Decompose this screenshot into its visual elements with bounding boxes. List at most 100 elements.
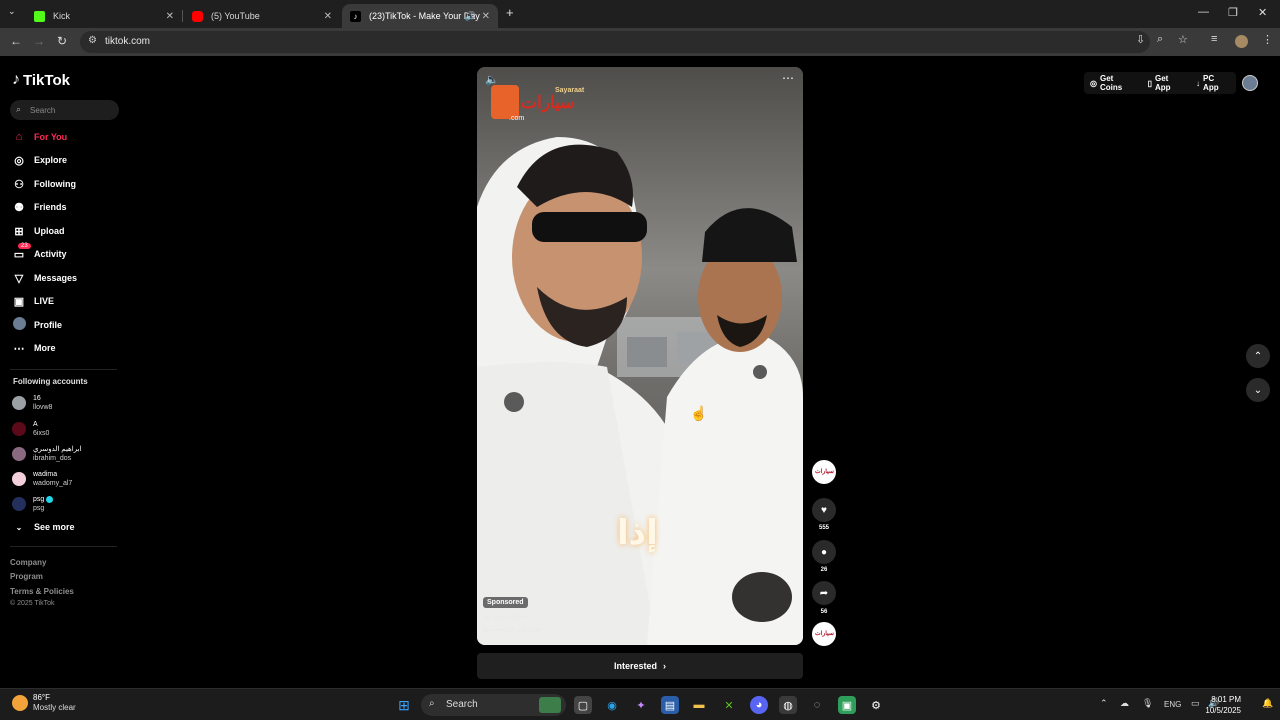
tab-tiktok[interactable]: ♪ (23)TikTok - Make Your Day 🔊 ✕ xyxy=(342,4,498,28)
task-view-icon[interactable]: ▢ xyxy=(574,696,592,714)
forward-icon[interactable]: → xyxy=(33,34,45,48)
search-icon: ⌕ xyxy=(16,104,22,114)
sidebar-item-explore[interactable]: ◎ Explore xyxy=(12,151,67,169)
bookmark-star-icon[interactable]: ☆ xyxy=(1178,33,1188,46)
notifications-icon[interactable]: 🔔 xyxy=(1262,698,1273,709)
sidebar-item-live[interactable]: ▣ LIVE xyxy=(12,292,54,310)
youtube-favicon-icon xyxy=(192,10,203,22)
file-explorer-icon[interactable]: ▬ xyxy=(690,696,708,714)
following-account[interactable]: A 6ixs0 xyxy=(12,417,49,441)
upload-icon: ⊞ xyxy=(14,225,24,238)
maximize-button[interactable]: ❐ xyxy=(1228,6,1238,19)
chrome-icon[interactable]: ◍ xyxy=(779,696,797,714)
top-right-actions: ◎ Get Coins ▯ Get App ↓ PC App xyxy=(1084,72,1236,94)
omnibox[interactable]: ⚙ tiktok.com xyxy=(80,31,1150,53)
creator-avatar[interactable]: سيارات xyxy=(812,460,836,484)
onedrive-icon[interactable]: ☁ xyxy=(1120,698,1129,709)
language-indicator[interactable]: ENG xyxy=(1164,700,1181,709)
clock[interactable]: 8:01 PM 10/5/2025 xyxy=(1199,694,1241,716)
phone-icon: ▯ xyxy=(1147,78,1152,88)
tab-audio-icon[interactable]: 🔊 xyxy=(465,11,476,22)
tab-close-icon[interactable]: ✕ xyxy=(324,11,332,22)
store-icon[interactable]: ▤ xyxy=(661,696,679,714)
tiktok-favicon-icon: ♪ xyxy=(350,10,361,22)
avatar xyxy=(12,472,26,486)
tab-close-icon[interactable]: ✕ xyxy=(482,11,490,22)
weather-widget[interactable]: 86°F Mostly clear xyxy=(12,693,76,712)
search-icon: ⌕ xyxy=(429,698,435,709)
tab-search-icon[interactable]: ⌄ xyxy=(8,6,16,17)
tab-kick[interactable]: Kick ✕ xyxy=(26,4,183,28)
account-name: psg xyxy=(33,496,45,503)
install-app-icon[interactable]: ⇩ xyxy=(1136,33,1145,46)
following-account[interactable]: ابراهيم الدوسري ibrahim_dos xyxy=(12,442,81,466)
browser-menu-icon[interactable]: ⋮ xyxy=(1262,33,1273,46)
edge-icon[interactable]: ◉ xyxy=(603,696,621,714)
xbox-icon[interactable]: ✕ xyxy=(720,696,738,714)
tiktok-logo[interactable]: ♪ TikTok xyxy=(12,71,70,89)
browser-profile-avatar[interactable] xyxy=(1235,35,1248,48)
get-coins-button[interactable]: ◎ Get Coins xyxy=(1090,74,1136,92)
address-bar-row: ← → ↻ ⚙ tiktok.com ⇩ ⌕ ☆ ≡ ⋮ xyxy=(0,28,1280,56)
close-window-button[interactable]: ✕ xyxy=(1258,6,1267,19)
brand-domain: .com xyxy=(509,115,525,122)
search-input[interactable] xyxy=(30,102,114,118)
like-button[interactable]: ♥ xyxy=(812,498,836,522)
sidebar-item-following[interactable]: ⚇ Following xyxy=(12,175,76,193)
download-icon: ↓ xyxy=(1196,78,1201,88)
tray-overflow-icon[interactable]: ⌃ xyxy=(1100,698,1108,709)
following-account[interactable]: 16 llovw8 xyxy=(12,391,52,415)
sound-avatar[interactable]: سيارات xyxy=(812,622,836,646)
url-text[interactable]: tiktok.com xyxy=(105,36,150,47)
sidebar-item-activity[interactable]: ▭ 23 Activity xyxy=(12,242,67,263)
media-controls-icon[interactable]: ≡ xyxy=(1211,33,1217,45)
sidebar-item-label: Upload xyxy=(34,226,65,236)
sidebar-item-profile[interactable]: Profile xyxy=(12,316,62,334)
previous-video-button[interactable]: ⌃ xyxy=(1246,344,1270,368)
footer-link-company[interactable]: Company xyxy=(10,558,46,567)
settings-icon[interactable]: ⚙ xyxy=(867,696,885,714)
next-video-button[interactable]: ⌄ xyxy=(1246,378,1270,402)
interested-button[interactable]: Interested › xyxy=(477,653,803,679)
windows-start-icon[interactable]: ⊞ xyxy=(395,696,413,714)
following-account[interactable]: psg psg xyxy=(12,492,54,516)
sidebar-search[interactable]: ⌕ xyxy=(10,100,119,120)
discord-icon[interactable]: ◕ xyxy=(750,696,768,714)
zoom-icon[interactable]: ⌕ xyxy=(1157,33,1163,46)
share-icon: ➦ xyxy=(819,587,829,599)
sidebar-item-more[interactable]: ⋯ More xyxy=(12,339,56,357)
site-info-icon[interactable]: ⚙ xyxy=(88,35,97,46)
pc-app-button[interactable]: ↓ PC App xyxy=(1196,74,1230,92)
activity-badge: 23 xyxy=(18,242,31,249)
taskbar-search[interactable]: ⌕ Search xyxy=(421,694,566,716)
sidebar-item-upload[interactable]: ⊞ Upload xyxy=(12,222,65,240)
sidebar-item-friends[interactable]: ⚉ Friends xyxy=(12,198,66,216)
weather-condition-text: Mostly clear xyxy=(33,703,76,712)
more-options-icon[interactable]: ⋯ xyxy=(782,71,795,85)
tab-close-icon[interactable]: ✕ xyxy=(166,11,174,22)
app-icon[interactable]: ▣ xyxy=(838,696,856,714)
sidebar-item-label: Explore xyxy=(34,155,68,165)
copilot-icon[interactable]: ✦ xyxy=(632,696,650,714)
microphone-icon[interactable]: 🎙 xyxy=(1142,698,1153,709)
video-player[interactable]: 🔈 ⋯ Sayaraat سيارات .com إذا Sponsored س… xyxy=(477,67,803,645)
reload-icon[interactable]: ↻ xyxy=(57,34,67,48)
friends-icon: ⚉ xyxy=(14,201,24,214)
minimize-button[interactable]: — xyxy=(1198,6,1209,18)
sidebar-item-label: Following xyxy=(34,179,76,189)
sidebar-item-for-you[interactable]: ⌂ For You xyxy=(12,128,68,146)
sidebar-item-messages[interactable]: ▽ Messages xyxy=(12,269,77,287)
user-avatar[interactable] xyxy=(1242,75,1258,91)
account-name: ابراهيم الدوسري xyxy=(33,446,82,453)
following-account[interactable]: wadima wadomy_al7 xyxy=(12,467,72,491)
tab-youtube[interactable]: (5) YouTube ✕ xyxy=(184,4,340,28)
obs-icon[interactable]: ◌ xyxy=(808,696,826,714)
see-more-button[interactable]: ⌄ See more xyxy=(12,522,75,532)
footer-link-program[interactable]: Program xyxy=(10,572,43,581)
new-tab-button[interactable]: + xyxy=(506,5,514,20)
comment-button[interactable]: ● xyxy=(812,540,836,564)
get-app-button[interactable]: ▯ Get App xyxy=(1148,74,1184,92)
footer-link-terms[interactable]: Terms & Policies xyxy=(10,587,74,596)
back-icon[interactable]: ← xyxy=(10,34,22,48)
share-button[interactable]: ➦ xyxy=(812,581,836,605)
